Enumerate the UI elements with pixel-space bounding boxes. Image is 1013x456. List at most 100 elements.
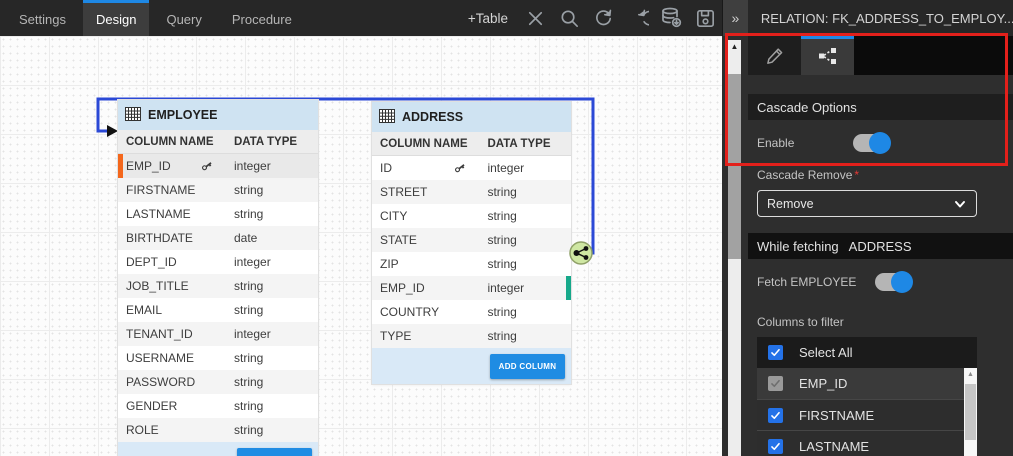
table-footer: ADD COLUMN <box>372 348 571 384</box>
scroll-up-icon[interactable]: ▲ <box>728 40 741 51</box>
close-icon[interactable] <box>518 0 552 36</box>
tab-edit-relation[interactable] <box>748 36 801 75</box>
column-checkbox[interactable] <box>768 376 783 391</box>
data-type-cell: string <box>479 329 571 343</box>
table-row[interactable]: IDinteger <box>372 156 571 180</box>
panel-tab-bar <box>748 36 1013 75</box>
data-type-cell: string <box>226 303 318 317</box>
table-employee: EMPLOYEE COLUMN NAME DATA TYPE EMP_IDint… <box>118 100 318 456</box>
table-row[interactable]: TYPEstring <box>372 324 571 348</box>
table-row[interactable]: STATEstring <box>372 228 571 252</box>
undo-icon[interactable] <box>586 0 620 36</box>
table-grid-icon <box>379 109 395 126</box>
panel-scrollbar[interactable]: ▲ <box>728 40 741 456</box>
column-name-cell: STATE <box>372 233 479 247</box>
column-checkbox[interactable] <box>768 439 783 454</box>
column-name-cell: EMP_ID <box>372 281 479 295</box>
table-grid-icon <box>125 107 141 124</box>
data-type-cell: string <box>226 375 318 389</box>
table-row[interactable]: GENDERstring <box>118 394 318 418</box>
relation-node-icon[interactable] <box>566 238 596 268</box>
table-address: ADDRESS COLUMN NAME DATA TYPE IDintegerS… <box>372 102 571 384</box>
add-table-button[interactable]: +Table <box>458 0 518 36</box>
tab-design[interactable]: Design <box>83 0 149 36</box>
cascade-remove-select[interactable]: Remove <box>757 190 977 217</box>
cascade-remove-label: Cascade Remove* <box>748 164 1013 182</box>
column-checkbox[interactable] <box>768 408 783 423</box>
column-name-cell: GENDER <box>118 399 226 413</box>
tab-procedure[interactable]: Procedure <box>219 0 305 36</box>
toolbar-spacer <box>309 0 458 36</box>
chevron-down-icon <box>953 197 967 211</box>
table-row[interactable]: EMAILstring <box>118 298 318 322</box>
column-headers: COLUMN NAME DATA TYPE <box>372 132 571 156</box>
table-row[interactable]: EMP_IDinteger <box>372 276 571 300</box>
table-row[interactable]: EMP_IDinteger <box>118 154 318 178</box>
table-row[interactable]: STREETstring <box>372 180 571 204</box>
table-footer: ADD COLUMN <box>118 442 318 456</box>
filter-column-label: EMP_ID <box>799 376 847 391</box>
relation-properties-panel: ▲ Cascade Options Enable <box>722 36 1013 456</box>
key-icon <box>453 162 467 175</box>
column-name-cell: USERNAME <box>118 351 226 365</box>
panel-header: » RELATION: FK_ADDRESS_TO_EMPLOY... <box>722 0 1013 36</box>
tab-relation-settings[interactable] <box>801 36 854 75</box>
row-orange-marker <box>118 154 123 178</box>
table-row[interactable]: FIRSTNAMEstring <box>118 178 318 202</box>
export-db-icon[interactable] <box>654 0 688 36</box>
data-type-cell: integer <box>479 281 571 295</box>
designer-toolbar: Settings Design Query Procedure +Table <box>0 0 722 36</box>
filter-column-row[interactable]: FIRSTNAME <box>757 399 977 430</box>
table-row[interactable]: ZIPstring <box>372 252 571 276</box>
table-row[interactable]: USERNAMEstring <box>118 346 318 370</box>
data-type-cell: string <box>479 209 571 223</box>
save-icon[interactable] <box>688 0 722 36</box>
list-scrollbar[interactable]: ▲ <box>964 368 977 456</box>
key-icon <box>200 160 214 173</box>
table-row[interactable]: JOB_TITLEstring <box>118 274 318 298</box>
row-green-marker <box>566 276 571 300</box>
add-column-button[interactable]: ADD COLUMN <box>237 448 312 456</box>
fetch-employee-toggle[interactable] <box>875 273 911 291</box>
select-all-row[interactable]: Select All <box>757 337 977 368</box>
column-name-cell: FIRSTNAME <box>118 183 226 197</box>
table-row[interactable]: LASTNAMEstring <box>118 202 318 226</box>
select-all-checkbox[interactable] <box>768 345 783 360</box>
filter-column-row[interactable]: LASTNAME <box>757 430 977 456</box>
scroll-up-icon[interactable]: ▲ <box>964 368 977 378</box>
search-icon[interactable] <box>552 0 586 36</box>
while-fetching-header: While fetching ADDRESS <box>748 233 1013 259</box>
fetch-employee-label: Fetch EMPLOYEE <box>757 275 875 289</box>
data-type-cell: string <box>226 183 318 197</box>
filter-column-row[interactable]: EMP_ID <box>757 368 977 399</box>
table-row[interactable]: DEPT_IDinteger <box>118 250 318 274</box>
tab-query[interactable]: Query <box>153 0 214 36</box>
table-address-header[interactable]: ADDRESS <box>372 102 571 132</box>
columns-to-filter-label: Columns to filter <box>748 303 1013 329</box>
scrollbar-thumb[interactable] <box>728 74 741 259</box>
enable-toggle[interactable] <box>853 134 889 152</box>
table-row[interactable]: PASSWORDstring <box>118 370 318 394</box>
column-name-cell: TYPE <box>372 329 479 343</box>
column-name-cell: EMP_ID <box>118 159 226 173</box>
redo-icon[interactable] <box>620 0 654 36</box>
scrollbar-thumb[interactable] <box>965 384 976 440</box>
data-type-cell: string <box>226 207 318 221</box>
column-name-cell: ZIP <box>372 257 479 271</box>
table-row[interactable]: BIRTHDATEdate <box>118 226 318 250</box>
table-row[interactable]: CITYstring <box>372 204 571 228</box>
data-type-cell: string <box>226 399 318 413</box>
relation-icon <box>818 47 837 68</box>
table-row[interactable]: ROLEstring <box>118 418 318 442</box>
data-type-cell: string <box>479 185 571 199</box>
tab-settings[interactable]: Settings <box>6 0 79 36</box>
data-type-cell: integer <box>226 255 318 269</box>
panel-collapse-icon[interactable]: » <box>723 0 748 36</box>
table-row[interactable]: TENANT_IDinteger <box>118 322 318 346</box>
add-column-button[interactable]: ADD COLUMN <box>490 354 565 379</box>
table-row[interactable]: COUNTRYstring <box>372 300 571 324</box>
column-name-cell: PASSWORD <box>118 375 226 389</box>
column-name-cell: DEPT_ID <box>118 255 226 269</box>
table-employee-header[interactable]: EMPLOYEE <box>118 100 318 130</box>
data-type-cell: integer <box>226 327 318 341</box>
